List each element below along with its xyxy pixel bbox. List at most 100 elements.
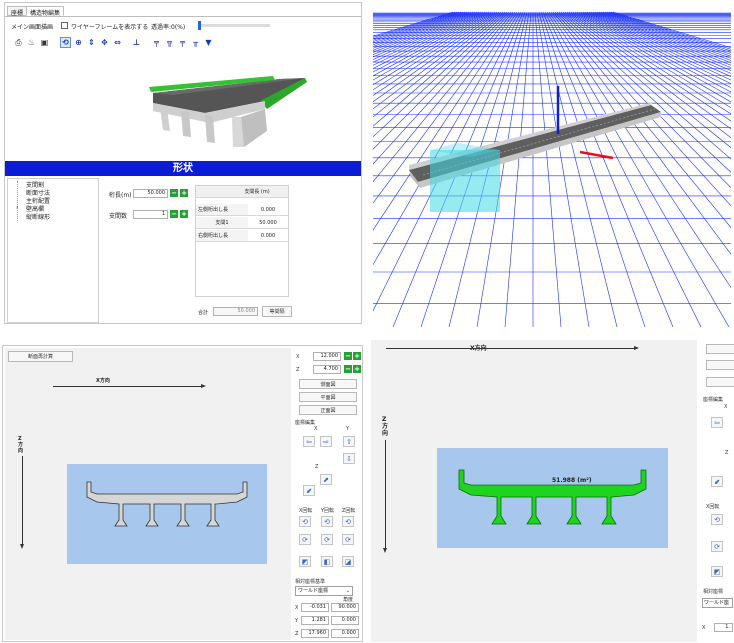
cube-z-icon[interactable]: ◪	[342, 556, 354, 567]
rot-ccw-button-right[interactable]: ⟲	[711, 514, 723, 525]
tab-structure-edit[interactable]: 構造物編集	[26, 6, 65, 17]
span-row-1-label: 支間1	[196, 217, 248, 229]
row-y-value[interactable]: 1.281	[301, 616, 329, 625]
coord-x-label: X	[314, 426, 318, 432]
rot-y-ccw-button[interactable]: ⟲	[321, 516, 333, 527]
girder-length-label: 桁長(m)	[109, 192, 132, 199]
row-z-value[interactable]: 17.960	[301, 629, 329, 638]
move-right-button[interactable]: ⇨	[320, 436, 332, 447]
rot-z-ccw-button[interactable]: ⟲	[342, 516, 354, 527]
rot-z-cw-button[interactable]: ⟳	[342, 534, 354, 545]
girder-view-2-icon[interactable]: ╦	[164, 37, 175, 48]
rotate-icon[interactable]: ⟲	[60, 37, 71, 48]
girder-view-5-icon[interactable]: ▼	[203, 37, 214, 48]
z-plus-button[interactable]: +	[353, 365, 361, 373]
span-count-input[interactable]: 1	[133, 210, 168, 219]
rot-cw-button-right[interactable]: ⟳	[711, 541, 723, 552]
move-down-button[interactable]: ⇩	[343, 453, 355, 464]
span-count-plus-button[interactable]: +	[180, 210, 188, 218]
move-left-button[interactable]: ⇦	[303, 436, 315, 447]
x-field-label: X	[296, 354, 300, 360]
wireframe-checkbox[interactable]	[61, 22, 68, 29]
rot-x-cw-button[interactable]: ⟳	[299, 534, 311, 545]
grid-3d-viewport[interactable]	[373, 2, 731, 327]
side-view-button[interactable]: 側面図	[299, 379, 357, 389]
x-field-label-right: X	[702, 625, 706, 631]
plan-view-button[interactable]: 平面図	[299, 392, 357, 402]
transparency-slider-thumb[interactable]	[198, 21, 201, 30]
camera-icon[interactable]: ▣	[39, 37, 50, 48]
relative-coord-select[interactable]: ワールド座標 ⌄	[295, 586, 353, 596]
row-z-angle[interactable]: 0.000	[331, 629, 359, 638]
x-field-right[interactable]: 1.	[714, 623, 733, 632]
section-editor-left: 断面再計算 X方向 Z 方 向 X 12.000 − + Z 4.700 − +…	[2, 345, 363, 642]
row-z-axis: Z	[295, 631, 299, 637]
equal-interval-button[interactable]: 等間隔	[262, 306, 292, 317]
tab-coordinates[interactable]: 座標	[7, 6, 28, 17]
print-icon[interactable]: ⎙	[13, 37, 24, 48]
row-x-value[interactable]: -0.031	[301, 603, 329, 612]
orbit-icon[interactable]: ⊕	[73, 37, 84, 48]
row-x-angle[interactable]: 90.000	[331, 603, 359, 612]
girder-view-1-icon[interactable]: ╤	[151, 37, 162, 48]
girder-view-4-icon[interactable]: ╥	[190, 37, 201, 48]
total-label: 合計	[198, 310, 209, 316]
coord-edit-label: 座標編集	[295, 420, 316, 426]
row-y-angle[interactable]: 0.000	[331, 616, 359, 625]
span-table-header: 支間長 (m)	[196, 186, 288, 198]
rot-x-ccw-button[interactable]: ⟲	[299, 516, 311, 527]
span-row-1-value[interactable]: 50.000	[248, 217, 288, 229]
zoom-icon[interactable]: ⇕	[86, 37, 97, 48]
rot-y-label: Y回転	[321, 508, 335, 514]
angle-label: 角度	[343, 597, 354, 603]
tree-item-profile[interactable]: 縦断線形	[26, 212, 50, 221]
x-minus-button[interactable]: −	[344, 352, 352, 360]
x-axis-label: X方向	[96, 378, 110, 384]
girder-length-plus-button[interactable]: +	[180, 189, 188, 197]
girder-length-input[interactable]: 50.000	[133, 189, 168, 198]
span-count-minus-button[interactable]: −	[170, 210, 178, 218]
x-axis-arrowhead	[201, 384, 206, 388]
rot-y-cw-button[interactable]: ⟳	[321, 534, 333, 545]
span-row-left-value[interactable]: 0.000	[248, 204, 288, 216]
x-field[interactable]: 12.000	[313, 352, 341, 361]
relative-coord-select-right[interactable]: ワールド座	[702, 598, 733, 608]
section-editor-right: X方向 Z 方 向 51.988 (m²) 座標編集 X ⇦ Z ⬋ X回転 ⟲…	[371, 340, 734, 642]
side-button-3[interactable]	[706, 377, 734, 387]
cube-icon-right[interactable]: ◩	[711, 566, 723, 577]
x-axis-arrowhead-right	[634, 346, 639, 350]
move-diag-up-button[interactable]: ⬈	[320, 474, 332, 485]
z-axis-arrow-right	[385, 440, 386, 550]
x-plus-button[interactable]: +	[353, 352, 361, 360]
bridge-3d-viewport[interactable]	[5, 51, 361, 159]
move-up-button[interactable]: ⇧	[343, 436, 355, 447]
side-button-2[interactable]	[706, 360, 734, 370]
z-field[interactable]: 4.700	[313, 365, 341, 374]
wireframe-label: ワイヤーフレームを表示する	[71, 24, 149, 31]
transparency-slider[interactable]	[198, 21, 270, 30]
side-button-1[interactable]	[706, 344, 734, 354]
cube-y-icon[interactable]: ◧	[321, 556, 333, 567]
redisplay-button[interactable]: 断面再計算	[8, 351, 73, 362]
front-view-button[interactable]: 正面図	[299, 405, 357, 415]
move-diag-down-button[interactable]: ⬋	[303, 485, 315, 496]
girder-length-minus-button[interactable]: −	[170, 189, 178, 197]
move-diag-down-button-right[interactable]: ⬋	[711, 476, 723, 487]
fit-icon[interactable]: ⇔	[112, 37, 123, 48]
move-left-button-right[interactable]: ⇦	[711, 417, 723, 428]
z-minus-button[interactable]: −	[344, 365, 352, 373]
span-row-left-label: 左側桁出し長	[196, 204, 248, 216]
rot-z-label: Z回転	[342, 508, 356, 514]
girder-view-3-icon[interactable]: ╤	[177, 37, 188, 48]
span-row-right-label: 右側桁出し長	[196, 230, 248, 242]
structure-icon[interactable]: ⊥	[131, 37, 142, 48]
cube-x-icon[interactable]: ◩	[299, 556, 311, 567]
span-row-right-value[interactable]: 0.000	[248, 230, 288, 242]
fire-icon[interactable]: ♨	[26, 37, 37, 48]
section-plane	[430, 150, 500, 212]
main-redraw-label[interactable]: メイン画面描画	[11, 22, 53, 31]
expand-icon[interactable]: ›	[16, 204, 18, 211]
z-field-label: Z	[296, 367, 300, 373]
section-area-label: 51.988 (m²)	[552, 477, 592, 484]
pan-icon[interactable]: ✥	[99, 37, 110, 48]
